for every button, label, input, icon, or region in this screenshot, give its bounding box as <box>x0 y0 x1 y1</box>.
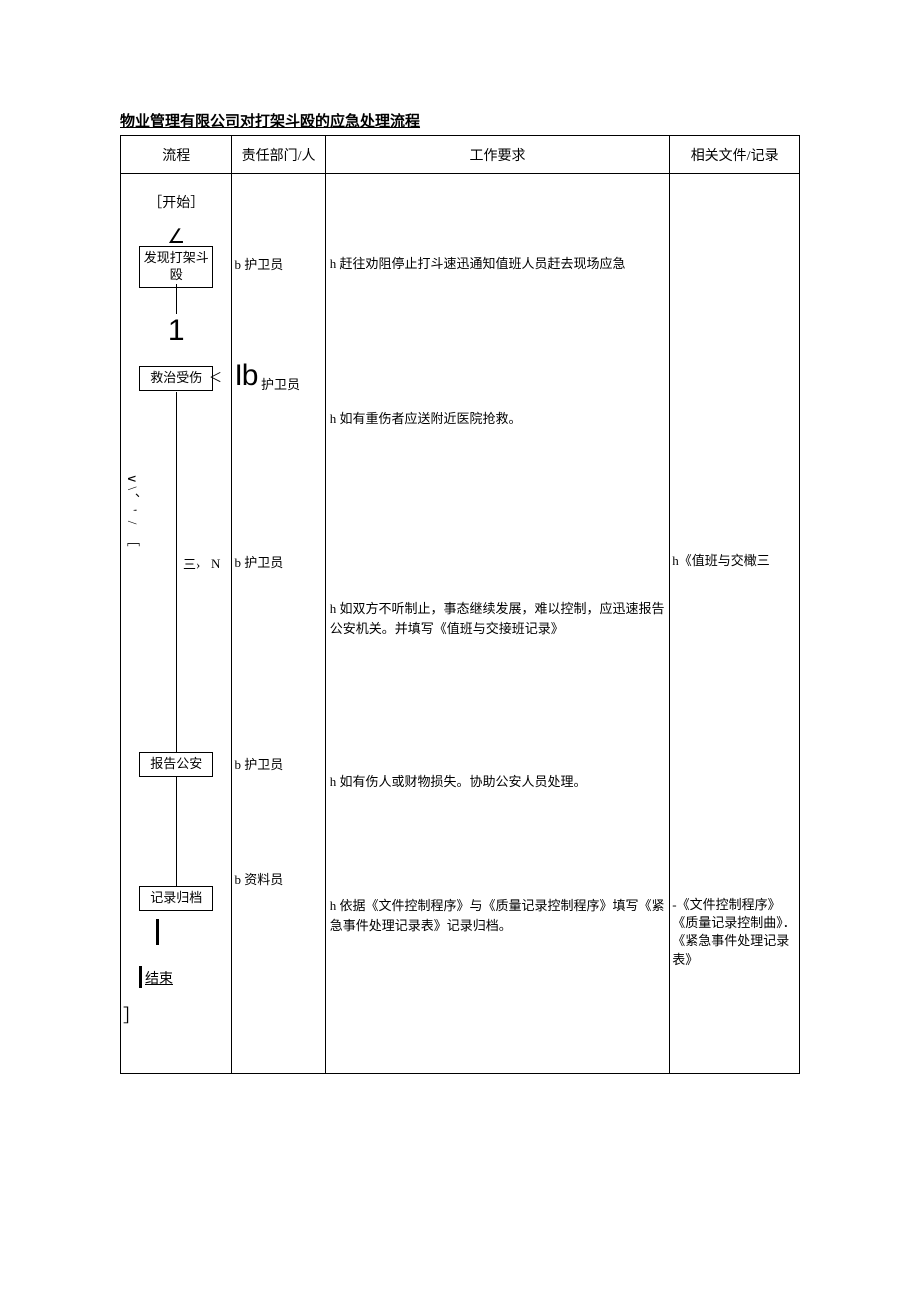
flow-end: 结束 <box>139 966 173 988</box>
header-doc: 相关文件/记录 <box>670 136 800 174</box>
doc-column: h《值班与交橄三 -《文件控制程序》《质量记录控制曲》．《紧急事件处理记录表》 <box>670 174 800 1074</box>
resp-guard-3: b 护卫员 <box>234 754 322 773</box>
flow-box-rescue: 救治受伤 <box>139 366 213 391</box>
flow-column: ［开始］ ∠ 发现打架斗殴 1 救治受伤 ＜ ∨\、' / ［ 三› N 报告公… <box>121 174 232 1074</box>
flow-box-discover: 发现打架斗殴 <box>139 246 213 288</box>
req-4: h 如有伤人或财物损失。协助公安人员处理。 <box>330 772 666 792</box>
req-2: h 如有重伤者应送附近医院抢救。 <box>330 409 666 429</box>
flow-table: 流程 责任部门/人 工作要求 相关文件/记录 ［开始］ ∠ 发现打架斗殴 1 救… <box>120 135 800 1074</box>
resp-column: b 护卫员 Ib 护卫员 b 护卫员 b 护卫员 b 资料员 <box>232 174 325 1074</box>
header-flow: 流程 <box>121 136 232 174</box>
bracket-icon: ］ <box>123 1002 141 1028</box>
header-resp: 责任部门/人 <box>232 136 325 174</box>
header-req: 工作要求 <box>325 136 670 174</box>
lt-icon: ＜ <box>209 367 222 386</box>
ib-role: 护卫员 <box>261 377 300 392</box>
flow-box-police: 报告公安 <box>139 752 213 777</box>
glyph-1: 1 <box>168 314 185 347</box>
doc-title: 物业管理有限公司对打架斗殴的应急处理流程 <box>120 110 800 131</box>
req-column: h 赶往劝阻停止打斗速迅通知值班人员赶去现场应急 h 如有重伤者应送附近医院抢救… <box>325 174 670 1074</box>
resp-archivist: b 资料员 <box>234 869 322 888</box>
side-chars: ∨\、' / ［ <box>123 474 142 550</box>
doc-1: h《值班与交橄三 <box>672 552 797 570</box>
angle-icon: ∠ <box>167 226 185 248</box>
ib-glyph: Ib <box>234 359 257 392</box>
req-3: h 如双方不听制止，事态继续发展，难以控制，应迅速报告公安机关。并填写《值班与交… <box>330 599 666 638</box>
bar-icon <box>156 919 159 945</box>
req-1: h 赶往劝阻停止打斗速迅通知值班人员赶去现场应急 <box>330 254 666 274</box>
n-label: N <box>211 556 220 572</box>
resp-guard-1: b 护卫员 <box>234 254 322 273</box>
flow-start: ［开始］ <box>121 192 231 212</box>
flow-box-archive: 记录归档 <box>139 886 213 911</box>
resp-guard-2: b 护卫员 <box>234 552 322 571</box>
req-5: h 依据《文件控制程序》与《质量记录控制程序》填写《紧急事件处理记录表》记录归档… <box>330 896 666 935</box>
doc-2: -《文件控制程序》《质量记录控制曲》．《紧急事件处理记录表》 <box>672 896 797 969</box>
san-glyph: 三› <box>183 554 200 573</box>
